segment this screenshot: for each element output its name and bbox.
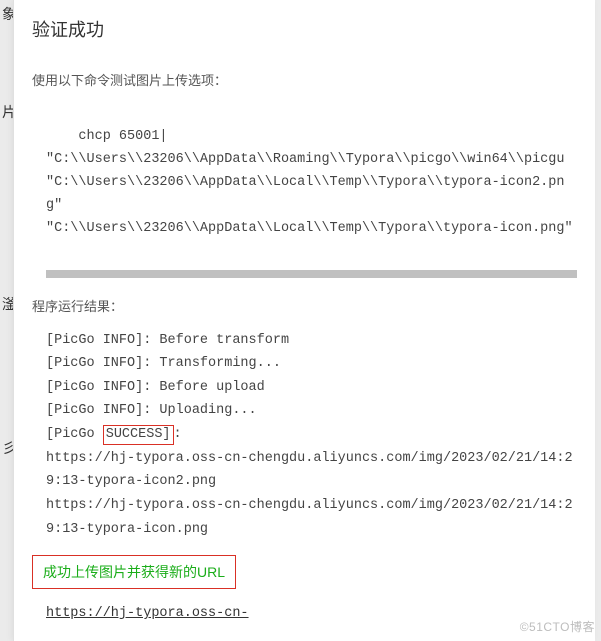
success-highlight: SUCCESS] [103,425,174,445]
success-suffix: : [174,427,182,442]
result-success-line: [PicGo SUCCESS]: [46,423,577,447]
dialog-title: 验证成功 [32,16,577,42]
result-label: 程序运行结果： [32,296,577,315]
command-line: "C:\\Users\\23206\\AppData\\Local\\Temp\… [46,221,573,236]
command-line: "C:\\Users\\23206\\AppData\\Roaming\\Typ… [46,152,573,213]
result-line: [PicGo INFO]: Transforming... [46,352,577,376]
success-prefix: [PicGo [46,427,103,442]
command-block[interactable]: chcp 65001| "C:\\Users\\23206\\AppData\\… [46,103,577,264]
result-line: [PicGo INFO]: Uploading... [46,399,577,423]
result-line: [PicGo INFO]: Before transform [46,329,577,353]
command-line: chcp 65001| [78,129,167,144]
result-url: https://hj-typora.oss-cn-chengdu.aliyunc… [46,447,577,494]
result-line: [PicGo INFO]: Before upload [46,376,577,400]
instruction-text: 使用以下命令测试图片上传选项： [32,70,577,89]
footer-url-link[interactable]: https://hj-typora.oss-cn- [46,606,249,621]
watermark: ©51CTO博客 [520,618,595,635]
validation-dialog: 验证成功 使用以下命令测试图片上传选项： chcp 65001| "C:\\Us… [13,0,595,641]
horizontal-scrollbar[interactable] [46,270,577,278]
result-url: https://hj-typora.oss-cn-chengdu.aliyunc… [46,494,577,541]
success-banner: 成功上传图片并获得新的URL [32,555,236,589]
result-output[interactable]: [PicGo INFO]: Before transform [PicGo IN… [46,329,577,542]
